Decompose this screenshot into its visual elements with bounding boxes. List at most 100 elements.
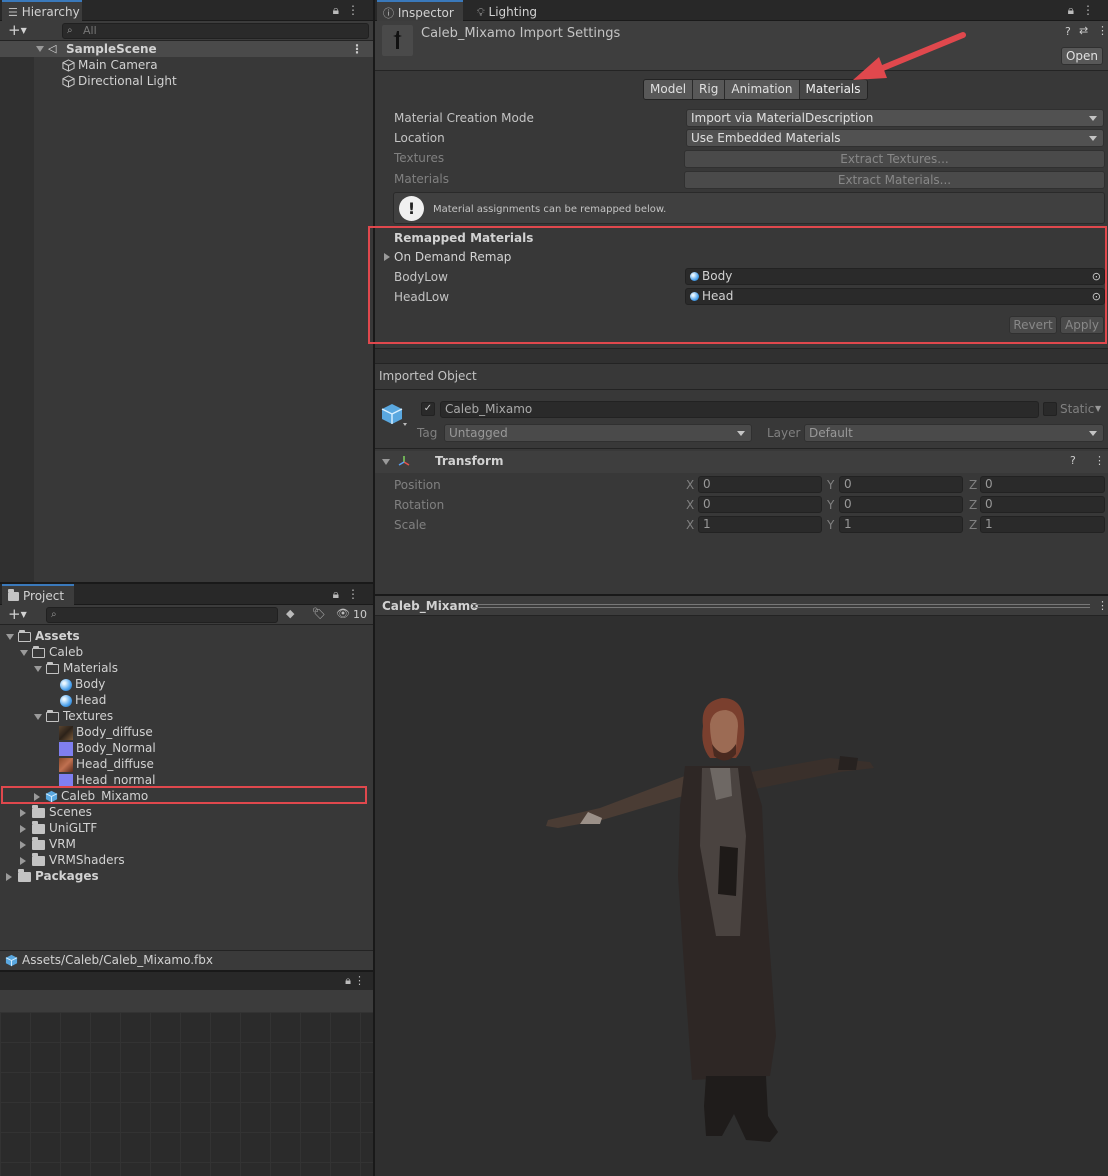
tree-item-body-material[interactable]: Body — [60, 676, 105, 692]
tag-dropdown[interactable]: Untagged — [444, 424, 752, 442]
transform-header[interactable]: Transform ? ⋮ — [375, 451, 1108, 473]
extract-materials-button[interactable]: Extract Materials... — [684, 171, 1105, 189]
foldout-down-icon[interactable] — [36, 46, 44, 52]
folder-open-icon — [46, 709, 59, 722]
kebab-menu-icon[interactable]: ⋮ — [1097, 24, 1108, 37]
scale-y-input[interactable]: 1 — [839, 516, 963, 533]
foldout-down-icon — [6, 633, 14, 640]
preset-settings-icon[interactable]: ⇄ — [1079, 24, 1088, 37]
folder-icon — [32, 804, 45, 818]
hierarchy-item-directional-light[interactable]: Directional Light — [62, 73, 177, 89]
rotation-y-label: Y — [827, 498, 835, 512]
position-z-input[interactable]: 0 — [980, 476, 1105, 493]
scale-z-input[interactable]: 1 — [980, 516, 1105, 533]
material-sphere-icon — [60, 678, 72, 691]
hierarchy-list-icon: ☰ — [8, 6, 18, 19]
foldout-right-icon — [20, 840, 26, 849]
tab-rig[interactable]: Rig — [693, 80, 726, 99]
preview-title: Caleb_Mixamo — [382, 599, 479, 613]
location-dropdown[interactable]: Use Embedded Materials — [686, 129, 1104, 147]
tree-item-head-diffuse[interactable]: Head_diffuse — [59, 756, 154, 772]
active-checkbox[interactable]: ✓ — [421, 402, 435, 416]
add-create-icon[interactable]: +▼ — [8, 21, 27, 39]
scene-grid — [0, 1012, 373, 1176]
tree-item-unigltf[interactable]: UniGLTF — [20, 820, 97, 836]
lock-icon[interactable]: 🔒︎ — [333, 3, 347, 17]
tree-item-materials[interactable]: Materials — [34, 660, 118, 676]
kebab-menu-icon[interactable]: ⋮ — [1094, 454, 1105, 467]
hidden-packages-icon[interactable]: 👁︎ — [336, 607, 350, 620]
add-create-icon[interactable]: +▼ — [8, 605, 27, 623]
tree-item-body-diffuse[interactable]: Body_diffuse — [59, 724, 153, 740]
transform-axes-icon — [398, 456, 410, 466]
info-circle-icon: ⓘ — [383, 7, 394, 20]
preview-drag-bar[interactable] — [472, 604, 1090, 608]
info-message: Material assignments can be remapped bel… — [433, 204, 667, 215]
project-search-input[interactable]: ⌕ — [46, 607, 278, 623]
foldout-down-icon[interactable] — [382, 459, 390, 465]
foldout-right-icon — [6, 872, 12, 881]
folder-icon — [32, 852, 45, 866]
position-y-label: Y — [827, 478, 835, 492]
scene-row[interactable]: ◁ SampleScene ⋮ — [0, 41, 373, 57]
help-icon[interactable]: ? — [1070, 454, 1076, 467]
hierarchy-tab[interactable]: ☰ Hierarchy — [2, 0, 82, 21]
scene-kebab-icon[interactable]: ⋮ — [351, 41, 363, 57]
rotation-x-input[interactable]: 0 — [698, 496, 822, 513]
tree-item-body-normal[interactable]: Body_Normal — [59, 740, 156, 756]
filter-by-type-icon[interactable]: ◆ — [286, 607, 294, 620]
static-dropdown-arrow-icon[interactable]: ▼ — [1095, 404, 1101, 413]
inspector-tab[interactable]: ⓘ Inspector — [377, 0, 463, 21]
kebab-menu-icon[interactable]: ⋮ — [347, 587, 367, 601]
lighting-tab[interactable]: 💡︎ Lighting — [471, 0, 551, 21]
tree-item-vrm[interactable]: VRM — [20, 836, 76, 852]
component-divider — [375, 448, 1108, 449]
project-tab[interactable]: Project — [2, 584, 74, 605]
kebab-menu-icon[interactable]: ⋮ — [1097, 599, 1108, 612]
highlight-caleb-mixamo — [1, 786, 367, 804]
open-button[interactable]: Open — [1061, 47, 1103, 65]
tree-item-assets[interactable]: Assets — [6, 628, 80, 644]
character-model-preview[interactable] — [540, 696, 880, 1156]
scale-label: Scale — [394, 518, 427, 532]
hierarchy-tab-controls: 🔒︎⋮ — [333, 3, 367, 18]
transform-title: Transform — [435, 454, 504, 468]
help-icon[interactable]: ? — [1065, 25, 1071, 38]
object-name-field[interactable]: Caleb_Mixamo — [440, 401, 1039, 418]
scale-x-label: X — [686, 518, 695, 532]
tree-item-scenes[interactable]: Scenes — [20, 804, 92, 820]
filter-by-label-icon[interactable]: 🏷︎ — [312, 607, 326, 620]
tree-item-caleb[interactable]: Caleb — [20, 644, 83, 660]
position-x-input[interactable]: 0 — [698, 476, 822, 493]
folder-open-icon — [46, 661, 59, 674]
rotation-z-input[interactable]: 0 — [980, 496, 1105, 513]
lock-icon[interactable]: 🔒︎ — [333, 587, 347, 601]
static-checkbox[interactable] — [1043, 402, 1057, 416]
material-creation-mode-dropdown[interactable]: Import via MaterialDescription — [686, 109, 1104, 127]
scene-view-panel: 🔒︎ ⋮ — [0, 972, 373, 1176]
lock-icon[interactable]: 🔒︎ — [1068, 3, 1082, 17]
kebab-menu-icon[interactable]: ⋮ — [347, 3, 367, 17]
lock-icon[interactable]: 🔒︎ — [345, 974, 351, 988]
tree-item-textures[interactable]: Textures — [34, 708, 113, 724]
tree-item-head-material[interactable]: Head — [60, 692, 106, 708]
hierarchy-item-main-camera[interactable]: Main Camera — [62, 57, 158, 73]
highlight-remapped-materials — [368, 226, 1107, 344]
folder-icon — [32, 836, 45, 850]
scene-view-tabbar: 🔒︎ ⋮ — [0, 972, 373, 990]
extract-textures-button[interactable]: Extract Textures... — [684, 150, 1105, 168]
scale-x-input[interactable]: 1 — [698, 516, 822, 533]
model-thumbnail — [382, 25, 413, 56]
position-y-input[interactable]: 0 — [839, 476, 963, 493]
layer-dropdown[interactable]: Default — [804, 424, 1104, 442]
gameobject-cube-icon — [62, 59, 75, 72]
tab-animation[interactable]: Animation — [725, 80, 800, 99]
tree-item-vrmshaders[interactable]: VRMShaders — [20, 852, 125, 868]
foldout-down-icon — [34, 713, 42, 720]
kebab-menu-icon[interactable]: ⋮ — [354, 974, 365, 987]
tab-model[interactable]: Model — [644, 80, 694, 99]
rotation-y-input[interactable]: 0 — [839, 496, 963, 513]
tree-item-packages[interactable]: Packages — [6, 868, 99, 884]
hierarchy-search-input[interactable]: ⌕ All — [62, 23, 369, 39]
kebab-menu-icon[interactable]: ⋮ — [1082, 3, 1102, 17]
